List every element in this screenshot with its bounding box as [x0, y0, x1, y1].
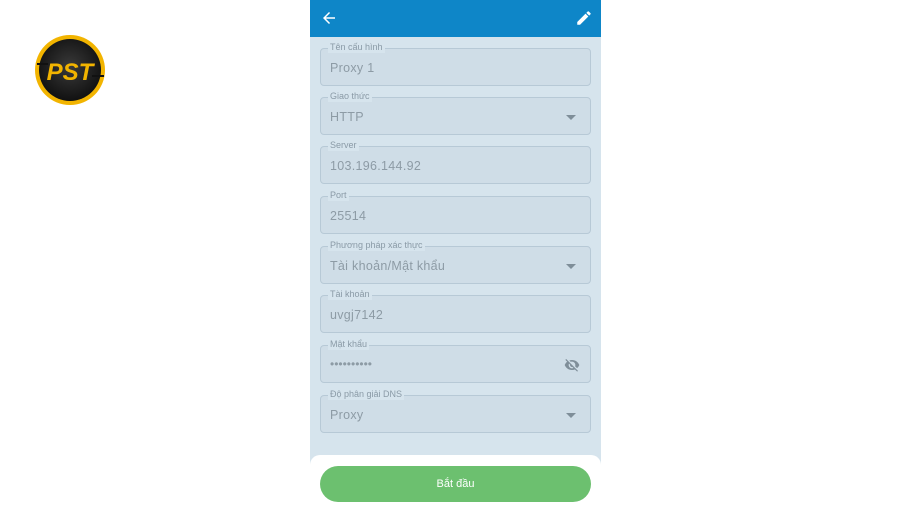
account-label: Tài khoản: [328, 288, 372, 300]
auth-method-select[interactable]: Phương pháp xác thực Tài khoản/Mật khẩu: [320, 239, 591, 284]
arrow-left-icon[interactable]: [320, 9, 338, 27]
dropdown-arrow-icon[interactable]: [566, 413, 576, 418]
start-button[interactable]: Bắt đầu: [320, 466, 591, 502]
protocol-label: Giao thức: [328, 90, 372, 102]
auth-method-value: Tài khoản/Mật khẩu: [330, 259, 446, 273]
port-label: Port: [328, 189, 349, 201]
screenshot-canvas: PST Tên cấu hình Proxy 1 Giao thức HTTP …: [0, 0, 912, 513]
account-value: uvgj7142: [330, 308, 384, 322]
logo-text: PST: [47, 59, 96, 86]
dropdown-arrow-icon[interactable]: [566, 264, 576, 269]
password-field[interactable]: Mật khẩu ••••••••••: [320, 338, 591, 383]
port-field[interactable]: Port 25514: [320, 189, 591, 234]
password-label: Mật khẩu: [328, 338, 370, 350]
server-field[interactable]: Server 103.196.144.92: [320, 139, 591, 184]
protocol-select[interactable]: Giao thức HTTP: [320, 90, 591, 135]
pencil-icon[interactable]: [575, 9, 593, 27]
dropdown-arrow-icon[interactable]: [566, 115, 576, 120]
dns-select[interactable]: Độ phân giải DNS Proxy: [320, 388, 591, 433]
phone-screen: Tên cấu hình Proxy 1 Giao thức HTTP Serv…: [310, 0, 601, 513]
dns-label: Độ phân giải DNS: [328, 388, 405, 400]
config-name-value: Proxy 1: [330, 61, 375, 75]
server-value: 103.196.144.92: [330, 159, 422, 173]
pst-logo: PST: [35, 35, 105, 105]
app-bar: [310, 0, 601, 37]
config-name-label: Tên cấu hình: [328, 41, 385, 53]
protocol-value: HTTP: [330, 110, 364, 124]
account-field[interactable]: Tài khoản uvgj7142: [320, 288, 591, 333]
bottom-action-bar: Bắt đầu: [310, 455, 601, 513]
auth-method-label: Phương pháp xác thực: [328, 239, 425, 251]
password-value: ••••••••••: [330, 357, 373, 371]
port-value: 25514: [330, 209, 367, 223]
dns-value: Proxy: [330, 408, 364, 422]
config-name-field[interactable]: Tên cấu hình Proxy 1: [320, 41, 591, 86]
eye-off-icon[interactable]: [564, 357, 580, 373]
server-label: Server: [328, 139, 359, 151]
